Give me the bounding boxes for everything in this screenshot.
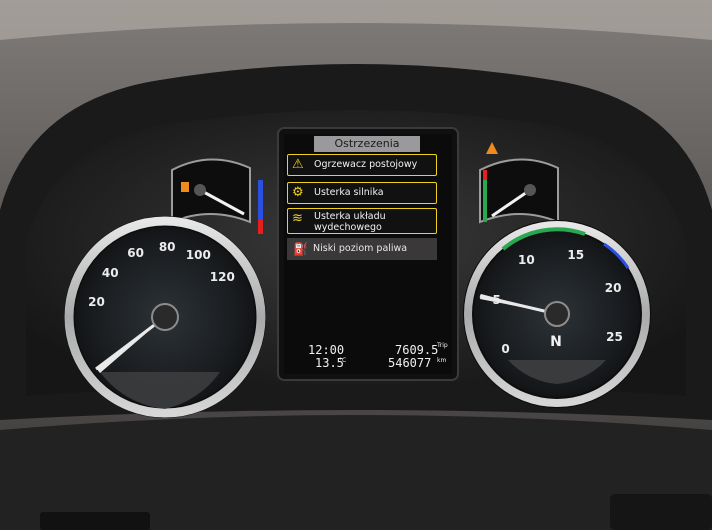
- rpm-label: 5: [492, 292, 501, 307]
- clock: 12:00: [308, 343, 345, 357]
- engine-icon: ⚙: [292, 185, 304, 200]
- speed-label: 120: [209, 269, 235, 284]
- rpm-label: 20: [604, 280, 622, 295]
- bottom-vent-left: [40, 512, 150, 530]
- trip-unit: Trip: [437, 342, 448, 349]
- speed-label: 60: [127, 246, 144, 261]
- warning-parking-heater: ⚠ Ogrzewacz postojowy: [287, 154, 437, 176]
- odometer-unit: km: [437, 357, 447, 364]
- warning-engine: ⚙ Usterka silnika: [287, 182, 437, 204]
- exhaust-icon: ≋: [292, 211, 303, 226]
- rpm-label: 10: [518, 253, 535, 268]
- gear-indicator: N: [550, 334, 562, 350]
- trip-distance: 7609.5: [395, 343, 439, 357]
- display-title: Ostrzezenia: [314, 136, 420, 152]
- center-display: Ostrzezenia ⚠ Ogrzewacz postojowy ⚙ Uste…: [284, 134, 452, 374]
- fuel-pump-icon: [181, 182, 189, 192]
- temperature-unit: °C: [339, 357, 347, 364]
- speed-label: 20: [88, 295, 105, 310]
- fuel-level-bar: [258, 180, 263, 220]
- fuel-pump-icon: ⛽: [293, 242, 308, 256]
- rpm-label: 15: [567, 247, 585, 262]
- speed-label: 80: [158, 240, 176, 255]
- warning-exhaust: ≋ Usterka układu wydechowego: [287, 208, 437, 234]
- rpm-label: 0: [501, 341, 510, 356]
- rpm-label: 25: [606, 330, 623, 345]
- bottom-vent-right: [610, 494, 712, 530]
- speed-label: 100: [185, 248, 211, 263]
- speed-label: 40: [101, 266, 119, 281]
- info-low-fuel: ⛽ Niski poziom paliwa: [287, 238, 437, 260]
- tachometer: [463, 220, 651, 408]
- warning-triangle-icon: ⚠: [292, 157, 304, 172]
- odometer: 546077: [388, 356, 432, 370]
